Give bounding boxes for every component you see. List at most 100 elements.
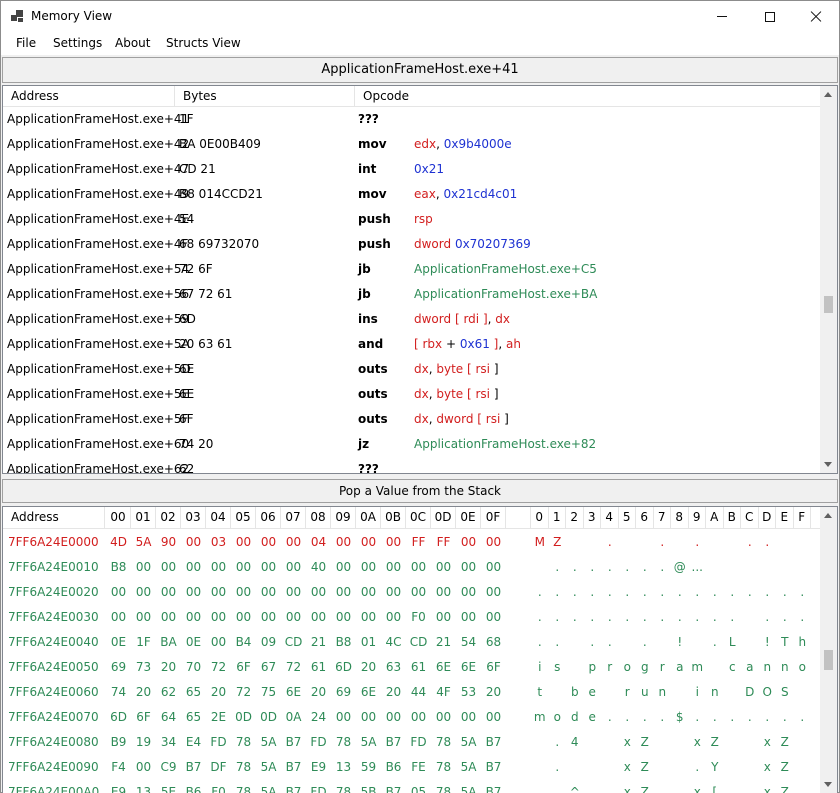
ascii-char[interactable]: e xyxy=(584,685,602,699)
hex-byte[interactable]: 00 xyxy=(131,560,156,574)
ascii-char[interactable]: . xyxy=(549,760,567,774)
ascii-char[interactable]: . xyxy=(689,610,707,624)
disasm-row[interactable]: ApplicationFrameHost.exe+4E 54 push rsp xyxy=(3,207,821,232)
hex-byte[interactable]: 0E xyxy=(181,635,206,649)
hex-byte[interactable]: 78 xyxy=(331,785,356,793)
hex-byte[interactable]: 69 xyxy=(331,685,356,699)
hex-byte[interactable]: FF xyxy=(406,535,431,549)
hex-byte[interactable]: C9 xyxy=(156,760,181,774)
hex-byte[interactable]: F0 xyxy=(206,785,231,793)
hex-byte[interactable]: 00 xyxy=(281,610,306,624)
ascii-char[interactable]: . xyxy=(549,560,567,574)
disasm-row[interactable]: ApplicationFrameHost.exe+42 BA 0E00B409 mo… xyxy=(3,132,821,157)
hex-byte[interactable]: 00 xyxy=(331,610,356,624)
ascii-char[interactable]: u xyxy=(636,685,654,699)
ascii-char[interactable]: c xyxy=(724,660,742,674)
ascii-char[interactable]: . xyxy=(601,585,619,599)
ascii-char[interactable]: . xyxy=(776,585,794,599)
hex-byte[interactable]: DF xyxy=(206,760,231,774)
hex-byte[interactable]: 03 xyxy=(206,535,231,549)
hex-byte[interactable]: FF xyxy=(431,535,456,549)
hex-byte[interactable]: 00 xyxy=(106,585,131,599)
hex-byte[interactable]: 4C xyxy=(381,635,406,649)
hex-byte[interactable]: 40 xyxy=(306,560,331,574)
hex-byte[interactable]: 00 xyxy=(456,585,481,599)
hex-byte[interactable]: 00 xyxy=(381,535,406,549)
ascii-char[interactable]: . xyxy=(759,610,777,624)
hex-byte[interactable]: FD xyxy=(206,735,231,749)
ascii-char[interactable]: n xyxy=(654,685,672,699)
hex-byte[interactable]: B7 xyxy=(181,760,206,774)
ascii-char[interactable]: r xyxy=(654,660,672,674)
menu-file[interactable]: File xyxy=(16,36,36,50)
hex-byte[interactable]: 00 xyxy=(406,585,431,599)
hex-byte[interactable]: 00 xyxy=(281,585,306,599)
ascii-char[interactable]: n xyxy=(759,660,777,674)
hex-byte[interactable]: 64 xyxy=(156,710,181,724)
ascii-char[interactable]: . xyxy=(794,585,812,599)
ascii-char[interactable]: . xyxy=(776,610,794,624)
hex-byte[interactable]: 00 xyxy=(206,560,231,574)
ascii-char[interactable]: . xyxy=(689,585,707,599)
hex-row[interactable]: 7FF6A24E0080 B9 19 34 E4 FD 78 5A B7 FD 78 5A B7 FD 78… xyxy=(3,729,821,754)
ascii-char[interactable]: x xyxy=(689,735,707,749)
ascii-char[interactable]: x xyxy=(619,760,637,774)
hex-byte[interactable]: F4 xyxy=(106,760,131,774)
hex-byte[interactable]: 00 xyxy=(231,535,256,549)
hex-byte[interactable]: 6E xyxy=(356,685,381,699)
ascii-char[interactable]: ^ xyxy=(566,785,584,793)
ascii-char[interactable]: . xyxy=(794,710,812,724)
hex-byte[interactable]: 72 xyxy=(231,685,256,699)
hex-byte[interactable]: F0 xyxy=(406,610,431,624)
menu-about[interactable]: About xyxy=(115,36,150,50)
hex-byte[interactable]: E9 xyxy=(106,785,131,793)
ascii-char[interactable]: ! xyxy=(759,635,777,649)
hex-byte[interactable]: 0E xyxy=(106,635,131,649)
hex-byte[interactable]: B4 xyxy=(231,635,256,649)
ascii-char[interactable]: h xyxy=(794,635,812,649)
hex-byte[interactable]: B7 xyxy=(281,760,306,774)
ascii-char[interactable]: . xyxy=(619,710,637,724)
hex-byte[interactable]: 61 xyxy=(306,660,331,674)
ascii-char[interactable]: . xyxy=(654,560,672,574)
disasm-row[interactable]: ApplicationFrameHost.exe+4F 68 69732070 pu… xyxy=(3,232,821,257)
disasm-row[interactable]: ApplicationFrameHost.exe+41 1F??? xyxy=(3,107,821,132)
hex-byte[interactable]: 00 xyxy=(156,585,181,599)
hex-byte[interactable]: 20 xyxy=(306,685,331,699)
ascii-char[interactable]: m xyxy=(531,710,549,724)
close-button[interactable] xyxy=(793,1,839,32)
ascii-char[interactable]: Z xyxy=(636,785,654,793)
hex-byte[interactable]: E4 xyxy=(181,735,206,749)
ascii-char[interactable]: . xyxy=(549,735,567,749)
hex-byte[interactable]: 67 xyxy=(256,660,281,674)
hex-byte[interactable]: 0D xyxy=(256,710,281,724)
hex-byte[interactable]: 00 xyxy=(356,560,381,574)
ascii-char[interactable]: . xyxy=(636,635,654,649)
disasm-row[interactable]: ApplicationFrameHost.exe+5F 6F outs dx, dwo… xyxy=(3,407,821,432)
ascii-char[interactable]: @ xyxy=(671,560,689,574)
ascii-char[interactable]: . xyxy=(584,560,602,574)
disasm-row[interactable]: ApplicationFrameHost.exe+49 B8 014CCD21 mo… xyxy=(3,182,821,207)
scroll-down-icon[interactable] xyxy=(824,782,832,787)
hex-byte[interactable]: 00 xyxy=(256,535,281,549)
ascii-char[interactable]: . xyxy=(741,585,759,599)
hex-byte[interactable]: 00 xyxy=(406,710,431,724)
hex-byte[interactable]: 0D xyxy=(231,710,256,724)
hex-byte[interactable]: B7 xyxy=(281,785,306,793)
hex-byte[interactable]: 00 xyxy=(481,560,506,574)
ascii-char[interactable]: . xyxy=(636,585,654,599)
hex-byte[interactable]: 74 xyxy=(106,685,131,699)
hex-byte[interactable]: 6F xyxy=(231,660,256,674)
ascii-char[interactable]: . xyxy=(601,535,619,549)
hex-byte[interactable]: 78 xyxy=(431,785,456,793)
ascii-char[interactable]: e xyxy=(584,710,602,724)
hex-byte[interactable]: B6 xyxy=(181,785,206,793)
hex-byte[interactable]: FE xyxy=(406,760,431,774)
address-bar[interactable]: ApplicationFrameHost.exe+41 xyxy=(2,57,838,83)
hex-byte[interactable]: 19 xyxy=(131,735,156,749)
hex-byte[interactable]: FD xyxy=(406,735,431,749)
ascii-char[interactable]: Z xyxy=(776,785,794,793)
hex-byte[interactable]: 6E xyxy=(281,685,306,699)
hex-row[interactable]: 7FF6A24E0030 00 00 00 00 00 00 00 00 00 00 00 00 F0 00… xyxy=(3,604,821,629)
hex-byte[interactable]: 00 xyxy=(406,560,431,574)
